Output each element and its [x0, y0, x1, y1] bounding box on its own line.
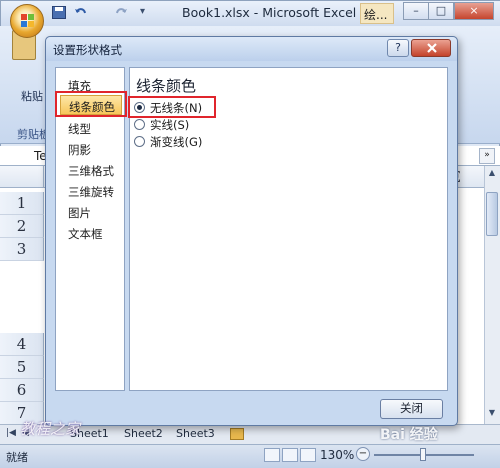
section-heading: 线条颜色 [136, 77, 197, 95]
dialog-close-button[interactable] [411, 39, 451, 57]
status-text: 就绪 [6, 451, 28, 464]
watermark-left: 教程之家 [20, 420, 81, 438]
window-title: Book1.xlsx - Microsoft Excel [182, 5, 357, 20]
insert-sheet-icon[interactable] [230, 428, 244, 440]
sheet-tab-2[interactable]: Sheet2 [120, 426, 167, 443]
row-header-5[interactable]: 5 [0, 356, 44, 379]
minimize-button[interactable]: – [403, 2, 429, 20]
close-dialog-button[interactable]: 关闭 [380, 399, 443, 419]
office-logo-icon [21, 14, 34, 27]
row-header-6[interactable]: 6 [0, 379, 44, 402]
nav-item-3d-format[interactable]: 三维格式 [60, 160, 122, 180]
paste-label[interactable]: 粘贴 [21, 88, 43, 104]
row-header-4[interactable]: 4 [0, 333, 44, 356]
restore-button[interactable]: □ [428, 2, 454, 20]
normal-view-icon[interactable] [264, 448, 280, 462]
nav-item-text-box[interactable]: 文本框 [60, 223, 122, 243]
highlight-frame-nav [55, 91, 127, 117]
nav-item-3d-rotation[interactable]: 三维旋转 [60, 181, 122, 201]
office-button[interactable] [10, 4, 44, 38]
dialog-title-bar[interactable]: 设置形状格式 ? [46, 37, 457, 61]
window-close-button[interactable]: × [454, 2, 494, 20]
zoom-slider-thumb[interactable] [420, 448, 426, 461]
formula-expand-button[interactable]: » [479, 148, 495, 164]
highlight-frame-option [128, 96, 216, 118]
sheet-tab-3[interactable]: Sheet3 [172, 426, 219, 443]
first-sheet-icon[interactable]: |◀ [6, 428, 16, 438]
radio-solid-line[interactable] [134, 119, 145, 130]
row-header-3[interactable]: 3 [0, 238, 44, 261]
page-break-view-icon[interactable] [300, 448, 316, 462]
row-header-2[interactable]: 2 [0, 215, 44, 238]
option-solid-line-label[interactable]: 实线(S) [150, 117, 189, 133]
zoom-out-button[interactable]: − [356, 447, 370, 461]
redo-icon[interactable] [114, 6, 128, 19]
scrollbar-thumb[interactable] [486, 192, 498, 236]
undo-icon[interactable] [74, 6, 88, 19]
page-layout-view-icon[interactable] [282, 448, 298, 462]
nav-item-line-style[interactable]: 线型 [60, 118, 122, 138]
option-gradient-line-label[interactable]: 渐变线(G) [150, 134, 202, 150]
nav-item-picture[interactable]: 图片 [60, 202, 122, 222]
row-header-1[interactable]: 1 [0, 192, 44, 215]
save-icon[interactable] [52, 6, 66, 19]
nav-item-shadow[interactable]: 阴影 [60, 139, 122, 159]
radio-gradient-line[interactable] [134, 136, 145, 147]
select-all-corner[interactable] [0, 166, 44, 188]
context-tab[interactable]: 绘... [360, 3, 394, 24]
qat-customize-icon[interactable]: ▾ [140, 6, 154, 19]
close-icon [427, 43, 437, 53]
scroll-down-icon[interactable]: ▼ [486, 408, 498, 422]
zoom-level[interactable]: 130% [320, 448, 354, 462]
dialog-title: 设置形状格式 [53, 43, 122, 57]
watermark-right: Bai 经验 [380, 427, 438, 443]
help-button[interactable]: ? [387, 39, 409, 57]
scroll-up-icon[interactable]: ▲ [486, 168, 498, 182]
